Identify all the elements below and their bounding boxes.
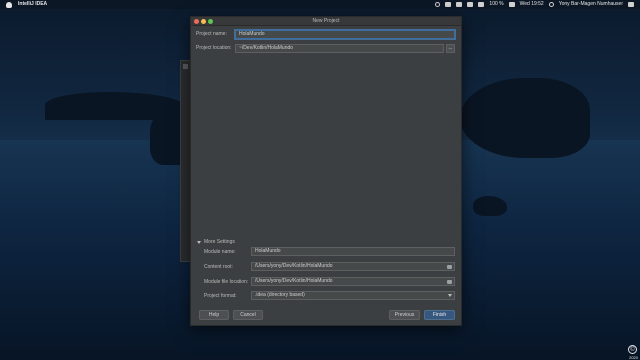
folder-icon[interactable] — [447, 280, 452, 284]
battery-icon[interactable] — [508, 2, 515, 7]
copyright-year: 2020 — [629, 355, 638, 360]
finish-button[interactable]: Finish — [424, 310, 455, 320]
folder-icon[interactable] — [447, 265, 452, 269]
close-window-icon[interactable] — [194, 18, 199, 24]
menubar-clock[interactable]: Wed 19:52 — [520, 0, 544, 9]
volume-icon[interactable] — [478, 2, 485, 7]
content-root-input[interactable]: /Users/yony/Dev/Kotlin/HolaMundo — [251, 262, 455, 271]
copyright-icon: © — [628, 345, 637, 354]
notification-center-icon[interactable] — [628, 2, 634, 7]
background-window-icon — [183, 64, 188, 69]
module-name-label: Module name: — [204, 249, 236, 255]
menu-bar: IntelliJ IDEA 100 % Wed 19:52 Yony Bar-M… — [0, 0, 640, 9]
wallpaper-island-right — [460, 78, 590, 158]
window-controls — [194, 18, 213, 24]
project-location-input[interactable]: ~/Dev/Kotlin/HolaMundo — [235, 44, 444, 53]
project-format-value: .idea (directory based) — [255, 292, 305, 298]
more-settings-label: More Settings — [204, 239, 235, 245]
content-root-value: /Users/yony/Dev/Kotlin/HolaMundo — [255, 263, 333, 269]
cloud-icon[interactable] — [445, 2, 452, 7]
cancel-button[interactable]: Cancel — [233, 310, 263, 320]
module-file-location-input[interactable]: /Users/yony/Dev/Kotlin/HolaMundo — [251, 277, 455, 286]
more-settings-toggle[interactable]: More Settings — [197, 239, 235, 245]
minimize-window-icon[interactable] — [201, 18, 206, 24]
module-file-location-value: /Users/yony/Dev/Kotlin/HolaMundo — [255, 278, 333, 284]
project-format-label: Project format: — [204, 293, 237, 299]
dropbox-icon[interactable] — [435, 2, 441, 7]
module-name-input[interactable]: HolaMundo — [251, 247, 455, 256]
status-area: 100 % Wed 19:52 Yony Bar-Magen Numhauser — [435, 0, 640, 9]
dialog-title: New Project — [312, 18, 340, 24]
project-location-label: Project location: — [196, 45, 232, 51]
help-button[interactable]: Help — [199, 310, 229, 320]
app-name[interactable]: IntelliJ IDEA — [18, 0, 47, 9]
module-file-location-label: Module file location: — [204, 279, 249, 285]
browse-button[interactable]: ... — [446, 44, 455, 53]
project-format-select[interactable]: .idea (directory based) — [251, 291, 455, 300]
project-name-input[interactable]: HolaMundo — [235, 30, 455, 39]
search-icon[interactable] — [548, 2, 554, 7]
expand-triangle-icon — [197, 240, 201, 244]
content-root-label: Content root: — [204, 264, 233, 270]
battery-percentage[interactable]: 100 % — [489, 0, 503, 9]
maximize-window-icon[interactable] — [208, 18, 213, 24]
menubar-user[interactable]: Yony Bar-Magen Numhauser — [559, 0, 623, 9]
chevron-down-icon — [448, 294, 452, 297]
apple-icon[interactable] — [6, 1, 12, 8]
wifi-icon[interactable] — [467, 2, 474, 7]
project-name-label: Project name: — [196, 31, 227, 37]
previous-button[interactable]: Previous — [389, 310, 420, 320]
dialog-titlebar: New Project — [191, 17, 461, 26]
bluetooth-icon[interactable] — [456, 2, 463, 7]
new-project-dialog: New Project Project name: HolaMundo Proj… — [190, 16, 462, 326]
wallpaper-rock — [473, 196, 507, 216]
